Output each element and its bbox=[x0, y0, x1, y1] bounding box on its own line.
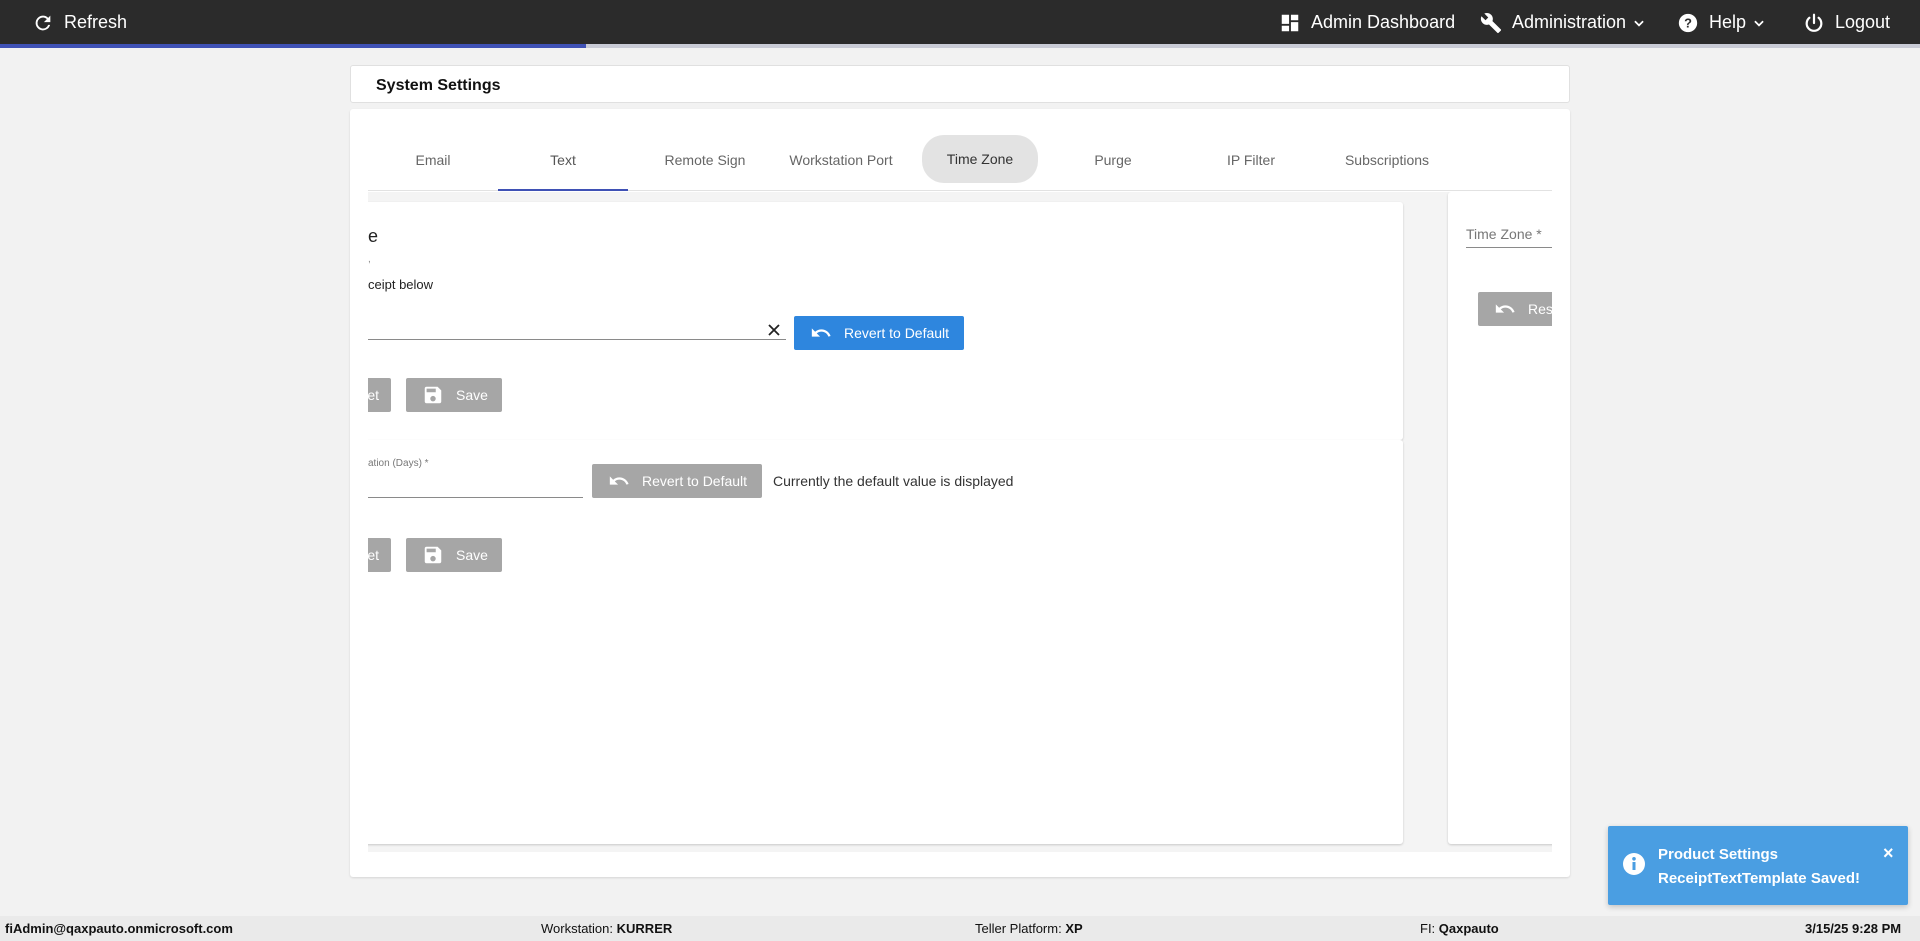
tab-label: Purge bbox=[1094, 151, 1132, 168]
footer-platform: Teller Platform: XP bbox=[975, 921, 1083, 936]
receipt-text-input[interactable] bbox=[368, 310, 786, 340]
wrench-icon bbox=[1480, 12, 1502, 33]
reset-button[interactable]: Res bbox=[1478, 292, 1552, 326]
chevron-down-icon bbox=[1634, 20, 1644, 27]
tab-ip-filter[interactable]: IP Filter bbox=[1186, 129, 1316, 190]
clear-icon[interactable] bbox=[766, 322, 782, 338]
loading-progress-bar bbox=[0, 44, 1920, 48]
workstation-value: KURRER bbox=[616, 921, 673, 936]
panel-instructions: ceipt below bbox=[368, 277, 434, 292]
refresh-button[interactable]: Refresh bbox=[32, 0, 127, 45]
tab-purge[interactable]: Purge bbox=[1048, 129, 1178, 190]
reset-button[interactable]: et bbox=[368, 538, 391, 572]
revert-to-default-button[interactable]: Revert to Default bbox=[794, 316, 964, 350]
default-status-text: Currently the default value is displayed bbox=[773, 473, 1014, 489]
platform-label: Teller Platform: bbox=[975, 921, 1062, 936]
time-zone-panel: Time Zone * Res bbox=[1448, 192, 1552, 844]
time-zone-select[interactable] bbox=[1466, 222, 1552, 248]
reset-button[interactable]: et bbox=[368, 378, 391, 412]
tab-label: Subscriptions bbox=[1344, 151, 1430, 168]
save-icon bbox=[424, 386, 442, 404]
field-label: ation (Days) * bbox=[368, 458, 429, 469]
save-label: Save bbox=[456, 387, 488, 403]
help-label: Help bbox=[1709, 12, 1747, 32]
page-title-card: System Settings bbox=[350, 65, 1570, 103]
toast-notification: Product Settings ReceiptTextTemplate Sav… bbox=[1608, 826, 1908, 905]
administration-menu[interactable]: Administration bbox=[1480, 0, 1646, 45]
revert-label: Revert to Default bbox=[642, 473, 748, 489]
admin-dashboard-label: Admin Dashboard bbox=[1311, 12, 1456, 32]
tab-label: Email bbox=[415, 151, 451, 168]
refresh-label: Refresh bbox=[64, 12, 128, 32]
save-button[interactable]: Save bbox=[406, 538, 502, 572]
user-email: fiAdmin@qaxpauto.onmicrosoft.com bbox=[5, 921, 233, 936]
logout-button[interactable]: Logout bbox=[1803, 0, 1890, 45]
tab-email[interactable]: Email bbox=[368, 129, 498, 190]
settings-tabs: Email Text Remote Sign Workstation Port … bbox=[368, 129, 1552, 191]
help-menu[interactable]: ? Help bbox=[1677, 0, 1766, 45]
workstation-label: Workstation: bbox=[541, 921, 614, 936]
admin-dashboard-link[interactable]: Admin Dashboard bbox=[1279, 0, 1455, 45]
undo-icon bbox=[1495, 304, 1515, 313]
refresh-icon bbox=[35, 15, 51, 30]
loading-progress-fill bbox=[0, 44, 586, 48]
receipt-text-panel: e , ceipt below Revert to Default et Sav… bbox=[368, 202, 1403, 440]
revert-label: Revert to Default bbox=[844, 325, 950, 341]
save-button[interactable]: Save bbox=[406, 378, 502, 412]
status-footer: fiAdmin@qaxpauto.onmicrosoft.com Worksta… bbox=[0, 916, 1920, 941]
toast-message: ReceiptTextTemplate Saved! bbox=[1658, 870, 1861, 887]
save-label: Save bbox=[456, 547, 488, 563]
close-icon[interactable]: × bbox=[1883, 844, 1894, 862]
settings-card: Email Text Remote Sign Workstation Port … bbox=[350, 109, 1570, 877]
tab-text[interactable]: Text bbox=[498, 129, 628, 191]
datetime-value: 3/15/25 9:28 PM bbox=[1805, 921, 1902, 936]
platform-value: XP bbox=[1065, 921, 1083, 936]
reset-label: et bbox=[368, 547, 379, 563]
save-icon bbox=[424, 546, 442, 564]
page-title: System Settings bbox=[376, 77, 501, 94]
footer-workstation: Workstation: KURRER bbox=[541, 921, 672, 936]
toast-title: Product Settings bbox=[1658, 846, 1779, 863]
tab-label: IP Filter bbox=[1227, 151, 1275, 168]
power-icon bbox=[1805, 13, 1823, 32]
tab-label: Text bbox=[550, 151, 576, 168]
revert-to-default-button[interactable]: Revert to Default bbox=[592, 464, 762, 498]
tab-time-zone[interactable]: Time Zone bbox=[922, 135, 1038, 183]
undo-icon bbox=[811, 328, 831, 337]
footer-fi: FI: Qaxpauto bbox=[1420, 921, 1499, 936]
administration-label: Administration bbox=[1512, 12, 1627, 32]
fi-value: Qaxpauto bbox=[1438, 921, 1499, 936]
tab-label: Workstation Port bbox=[789, 151, 893, 168]
help-icon: ? bbox=[1678, 13, 1698, 32]
logout-label: Logout bbox=[1835, 12, 1891, 32]
tab-content-viewport[interactable]: e , ceipt below Revert to Default et Sav… bbox=[368, 192, 1552, 852]
top-navigation-bar: Refresh Admin Dashboard Administration ?… bbox=[0, 0, 1920, 48]
footer-datetime: 3/15/25 9:28 PM bbox=[1805, 921, 1901, 936]
tab-subscriptions[interactable]: Subscriptions bbox=[1322, 129, 1452, 190]
info-icon bbox=[1623, 853, 1645, 875]
panel-subtext: , bbox=[368, 254, 371, 265]
expiration-days-input[interactable] bbox=[368, 470, 583, 498]
svg-text:?: ? bbox=[1684, 15, 1692, 30]
chevron-down-icon bbox=[1754, 20, 1764, 27]
tab-label: Time Zone bbox=[946, 151, 1014, 167]
tab-workstation-port[interactable]: Workstation Port bbox=[776, 129, 906, 190]
undo-icon bbox=[609, 476, 629, 485]
expiration-panel: ation (Days) * Revert to Default Current… bbox=[368, 440, 1403, 844]
tab-remote-sign[interactable]: Remote Sign bbox=[640, 129, 770, 190]
fi-label: FI: bbox=[1420, 921, 1436, 936]
footer-user: fiAdmin@qaxpauto.onmicrosoft.com bbox=[5, 921, 233, 936]
reset-label: et bbox=[368, 387, 379, 403]
panel-heading: e bbox=[368, 226, 379, 246]
reset-label: Res bbox=[1528, 301, 1552, 317]
dashboard-icon bbox=[1281, 14, 1299, 31]
tab-label: Remote Sign bbox=[664, 151, 746, 168]
